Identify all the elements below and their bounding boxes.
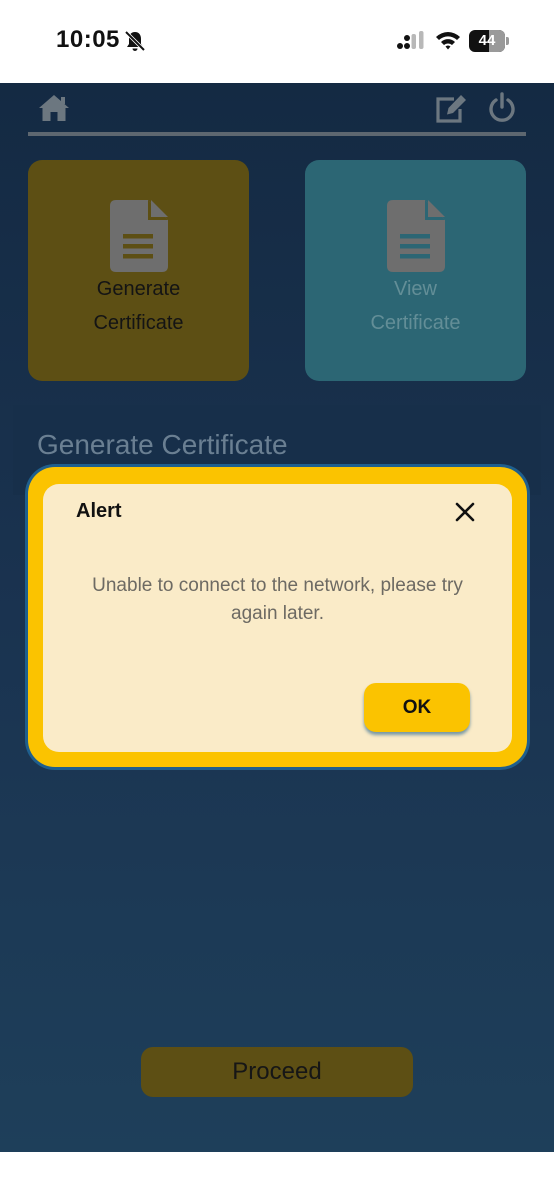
proceed-button[interactable]: Proceed [141,1047,413,1097]
view-certificate-tile[interactable]: View Certificate [305,160,526,381]
alert-message: Unable to connect to the network, please… [92,575,463,624]
wifi-icon [436,32,460,50]
alert-title: Alert [76,500,122,522]
tile-label: Generate Certificate [28,272,249,340]
generate-certificate-tile[interactable]: Generate Certificate [28,160,249,381]
status-time: 10:05 [56,26,120,53]
tile-label-line2: Certificate [370,312,461,334]
bell-slash-icon [124,30,146,52]
header-divider [28,132,526,136]
battery-level: 44 [478,32,496,49]
close-icon[interactable] [454,501,476,523]
alert-dialog: Alert Unable to connect to the network, … [43,484,512,752]
document-icon [387,200,445,272]
battery-icon: 44 [469,30,509,52]
home-icon[interactable] [38,93,70,123]
ok-button[interactable]: OK [364,683,470,732]
cellular-signal-icon [397,31,424,49]
edit-icon[interactable] [434,93,468,125]
power-icon[interactable] [487,92,517,124]
battery-body: 44 [469,30,505,52]
status-bar: 10:05 44 [0,0,554,83]
bottom-safe-area [0,1152,554,1200]
section-title: Generate Certificate [37,429,288,460]
tile-label: View Certificate [305,272,526,340]
battery-cap [506,37,509,45]
tile-label-line1: View [394,278,437,300]
tile-label-line2: Certificate [93,312,184,334]
tile-label-line1: Generate [96,278,181,300]
document-icon [110,200,168,272]
